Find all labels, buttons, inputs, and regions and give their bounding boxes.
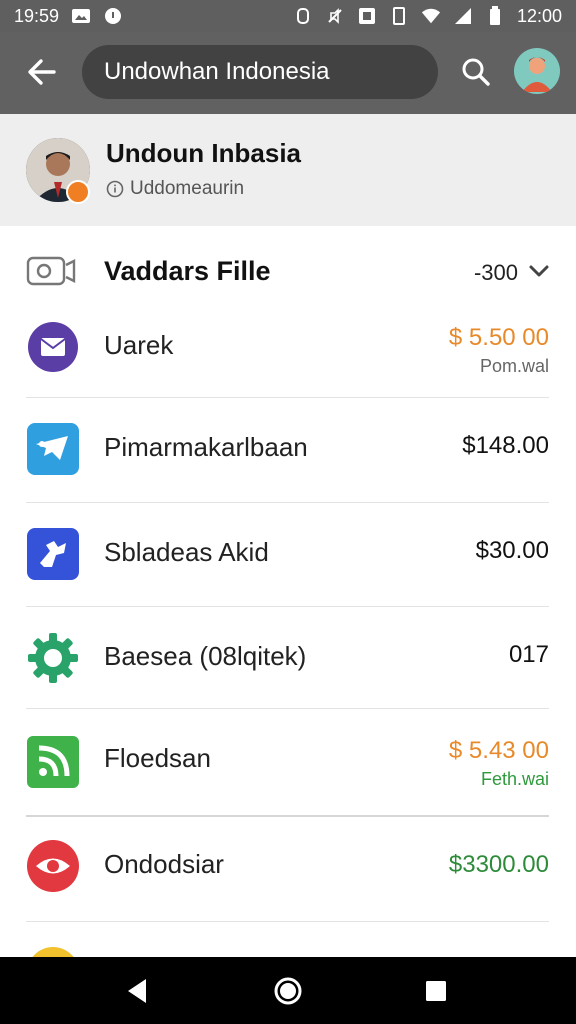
item-label: Baesea (08lqitek) (104, 641, 307, 671)
profile-subtitle: Uddomeaurin (106, 178, 244, 200)
item-sub: Feth.wai (480, 769, 549, 789)
list-item[interactable]: Floedsan $ 5.43 00 Feth.wai (0, 709, 576, 813)
back-button[interactable] (22, 52, 62, 92)
battery-icon (485, 6, 505, 25)
alarm-icon (293, 7, 313, 25)
profile-name: Undoun Inbasia (106, 138, 301, 168)
search-icon (462, 58, 490, 86)
profile-badge (66, 180, 90, 204)
toolbar: Undowhan Indonesia (0, 32, 576, 114)
item-amount: $148.00 (462, 432, 549, 459)
camera-icon (26, 256, 76, 286)
item-label: Ondodsiar (104, 849, 224, 879)
back-triangle-icon[interactable] (122, 975, 154, 1007)
status-clock: 12:00 (516, 5, 562, 26)
profile-subtitle-text: Uddomeaurin (130, 178, 245, 199)
info-icon (106, 180, 124, 198)
chevron-down-icon[interactable] (528, 262, 550, 280)
sim-icon (389, 7, 409, 25)
user-avatar-icon (522, 57, 552, 92)
item-label: Sbladeas Akid (104, 537, 269, 567)
item-label: Floedsan (104, 743, 211, 773)
list-item[interactable]: Pimarmakarlbaan $148.00 (0, 398, 576, 502)
chat-notification-icon (103, 7, 123, 25)
status-bar: 19:59 12:00 (0, 0, 576, 32)
item-amount: $3300.00 (448, 851, 549, 878)
list-item[interactable] (0, 922, 576, 957)
item-amount: 017 (508, 641, 549, 668)
puzzle-app-icon (27, 528, 79, 580)
section-title: Vaddars Fille (104, 256, 271, 286)
gear-icon (28, 633, 78, 683)
message-bird-icon (27, 423, 79, 475)
arrow-left-icon (28, 59, 56, 85)
feed-icon (27, 736, 79, 788)
recents-square-icon[interactable] (420, 975, 452, 1007)
item-amount: $ 5.50 00 (448, 324, 549, 351)
mute-icon (325, 7, 345, 25)
item-label: Uarek (104, 330, 174, 360)
nfc-icon (357, 7, 377, 25)
list-item[interactable]: Uarek $ 5.50 00 Pom.wal (0, 306, 576, 410)
item-label: Pimarmakarlbaan (104, 432, 308, 462)
navigation-bar (0, 957, 576, 1024)
photo-notification-icon (71, 7, 91, 25)
section-header[interactable]: Vaddars Fille -300 (0, 236, 576, 306)
section-amount: -300 (473, 260, 518, 285)
status-time: 19:59 (14, 5, 60, 26)
home-circle-icon[interactable] (272, 975, 304, 1007)
list-item[interactable]: Ondodsiar $3300.00 (0, 817, 576, 921)
item-amount: $30.00 (475, 537, 549, 564)
search-input[interactable]: Undowhan Indonesia (82, 45, 438, 99)
app-icon (32, 947, 74, 957)
envelope-icon (28, 322, 78, 372)
search-button[interactable] (456, 52, 496, 92)
eye-icon (27, 840, 79, 892)
wifi-icon (421, 7, 441, 25)
list-item[interactable]: Baesea (08lqitek) 017 (0, 607, 576, 711)
item-amount: $ 5.43 00 (448, 737, 549, 764)
profile-header: Undoun Inbasia Uddomeaurin (0, 114, 576, 226)
account-avatar[interactable] (514, 48, 560, 94)
list-item[interactable]: Sbladeas Akid $30.00 (0, 503, 576, 607)
item-sub: Pom.wal (479, 356, 549, 376)
signal-icon (453, 7, 473, 25)
